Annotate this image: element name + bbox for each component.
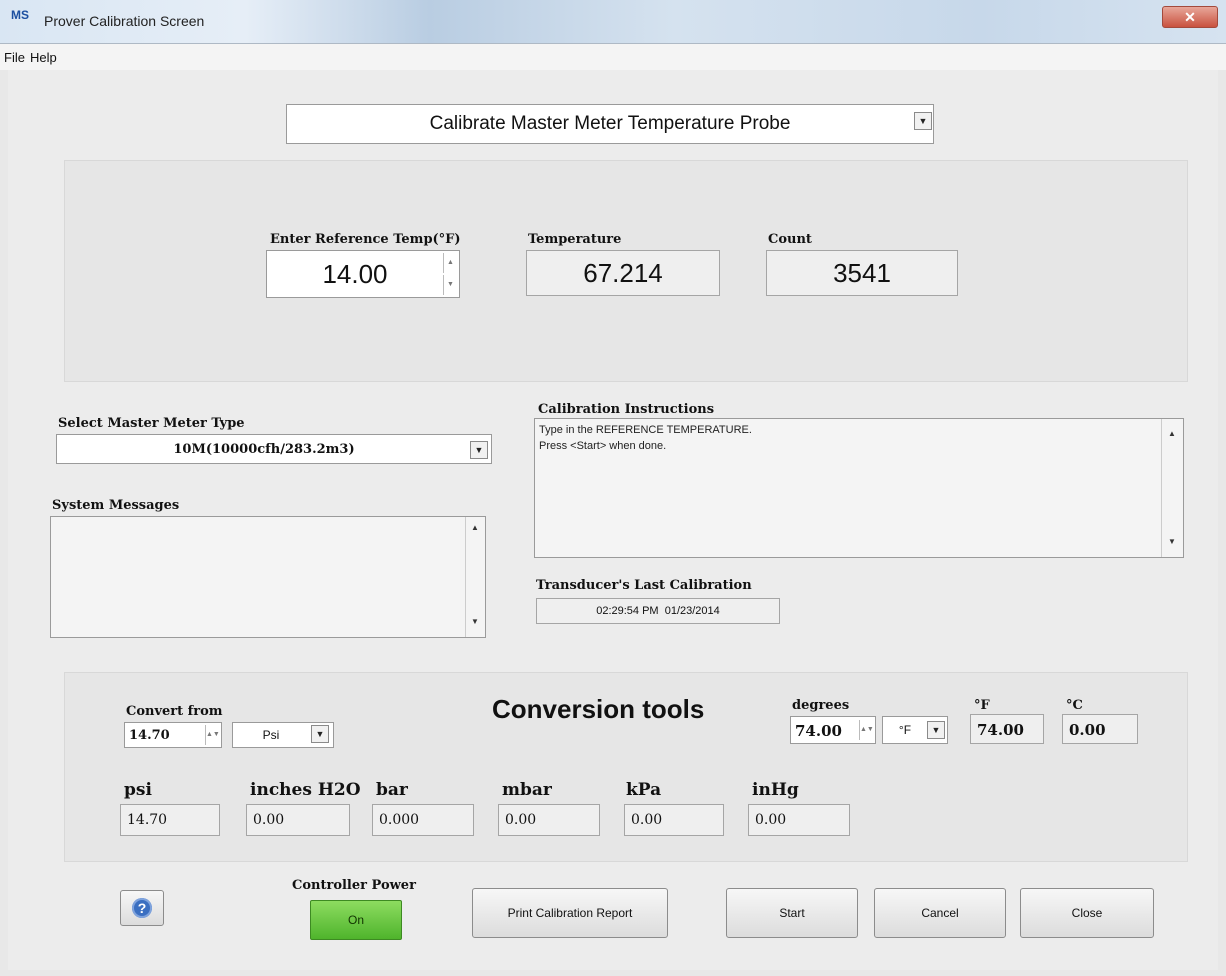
count-label: Count (768, 232, 812, 247)
unit-value-bar: 0.000 (372, 804, 474, 836)
spin-down-icon[interactable]: ▼ (443, 275, 457, 295)
instruction-line: Press <Start> when done. (539, 440, 667, 452)
degrees-unit-select[interactable]: °F ▼ (882, 716, 948, 744)
spinner-icon[interactable]: ▲▼ (859, 720, 874, 740)
degrees-unit: °F (898, 723, 912, 737)
degrees-label: degrees (792, 698, 850, 713)
unit-value-kpa: 0.00 (624, 804, 724, 836)
menu-file[interactable]: File (4, 50, 25, 65)
scroll-down-icon[interactable]: ▼ (471, 617, 479, 626)
print-report-button[interactable]: Print Calibration Report (472, 888, 668, 938)
spinner-icon[interactable]: ▲▼ (205, 725, 220, 745)
system-messages-box[interactable]: ▲ ▼ (50, 516, 486, 638)
help-button[interactable]: ? (120, 890, 164, 926)
ref-temp-input[interactable]: 14.00 ▲ ▼ (266, 250, 460, 298)
unit-label-kpa: kPa (626, 780, 662, 800)
unit-value-inches-h2o: 0.00 (246, 804, 350, 836)
fahrenheit-label: °F (974, 698, 990, 713)
ref-temp-label: Enter Reference Temp(°F) (270, 232, 461, 247)
app-icon: MS (11, 8, 29, 22)
scroll-down-icon[interactable]: ▼ (1168, 537, 1176, 546)
instructions-label: Calibration Instructions (538, 402, 715, 417)
unit-value-psi: 14.70 (120, 804, 220, 836)
instructions-box: Type in the REFERENCE TEMPERATURE. Press… (534, 418, 1184, 558)
calibration-mode-select[interactable]: Calibrate Master Meter Temperature Probe (286, 104, 934, 144)
controller-power-label: Controller Power (292, 878, 416, 893)
chevron-down-icon[interactable]: ▼ (927, 721, 945, 739)
unit-label-inches-h2o: inches H2O (250, 780, 361, 800)
calibration-mode-value: Calibrate Master Meter Temperature Probe (429, 113, 791, 134)
master-meter-select[interactable]: 10M(10000cfh/283.2m3) (56, 434, 492, 464)
chevron-down-icon[interactable]: ▼ (914, 112, 932, 130)
degrees-value: 74.00 (795, 722, 842, 740)
menu-bar: File Help (0, 44, 1226, 70)
menu-help[interactable]: Help (30, 50, 57, 65)
title-bar: MS Prover Calibration Screen ✕ (0, 0, 1226, 44)
spin-up-icon[interactable]: ▲ (443, 253, 457, 273)
scrollbar[interactable]: ▲ ▼ (465, 517, 485, 637)
convert-from-input[interactable]: 14.70 ▲▼ (124, 722, 222, 748)
convert-from-value: 14.70 (129, 728, 170, 743)
cancel-button[interactable]: Cancel (874, 888, 1006, 938)
convert-from-unit: Psi (262, 728, 280, 742)
fahrenheit-value: 74.00 (977, 721, 1024, 739)
fahrenheit-readout: 74.00 (970, 714, 1044, 744)
scroll-up-icon[interactable]: ▲ (471, 523, 479, 532)
conversion-title: Conversion tools (492, 694, 705, 724)
start-button[interactable]: Start (726, 888, 858, 938)
window-close-button[interactable]: ✕ (1162, 6, 1218, 28)
celsius-value: 0.00 (1069, 721, 1106, 739)
unit-value-mbar: 0.00 (498, 804, 600, 836)
count-readout: 3541 (766, 250, 958, 296)
unit-value-inhg: 0.00 (748, 804, 850, 836)
last-calibration-value: 02:29:54 PM 01/23/2014 (536, 598, 780, 624)
last-calibration-label: Transducer's Last Calibration (536, 578, 752, 593)
system-messages-label: System Messages (52, 498, 180, 513)
convert-from-label: Convert from (126, 704, 223, 719)
celsius-label: °C (1066, 698, 1083, 713)
unit-label-inhg: inHg (752, 780, 799, 800)
temperature-readout: 67.214 (526, 250, 720, 296)
help-icon: ? (132, 898, 152, 918)
degrees-input[interactable]: 74.00 ▲▼ (790, 716, 876, 744)
convert-from-unit-select[interactable]: Psi ▼ (232, 722, 334, 748)
window-title: Prover Calibration Screen (44, 13, 205, 29)
chevron-down-icon[interactable]: ▼ (470, 441, 488, 459)
master-meter-label: Select Master Meter Type (58, 416, 245, 431)
chevron-down-icon[interactable]: ▼ (311, 725, 329, 743)
unit-label-mbar: mbar (502, 780, 552, 800)
master-meter-value: 10M(10000cfh/283.2m3) (173, 441, 355, 457)
ref-temp-value: 14.00 (322, 258, 388, 289)
celsius-readout: 0.00 (1062, 714, 1138, 744)
unit-label-psi: psi (124, 780, 152, 800)
scrollbar[interactable]: ▲ ▼ (1161, 419, 1183, 557)
controller-power-toggle[interactable]: On (310, 900, 402, 940)
temperature-label: Temperature (528, 232, 622, 247)
instruction-line: Type in the REFERENCE TEMPERATURE. (539, 424, 752, 436)
scroll-up-icon[interactable]: ▲ (1168, 429, 1176, 438)
unit-label-bar: bar (376, 780, 408, 800)
close-button[interactable]: Close (1020, 888, 1154, 938)
